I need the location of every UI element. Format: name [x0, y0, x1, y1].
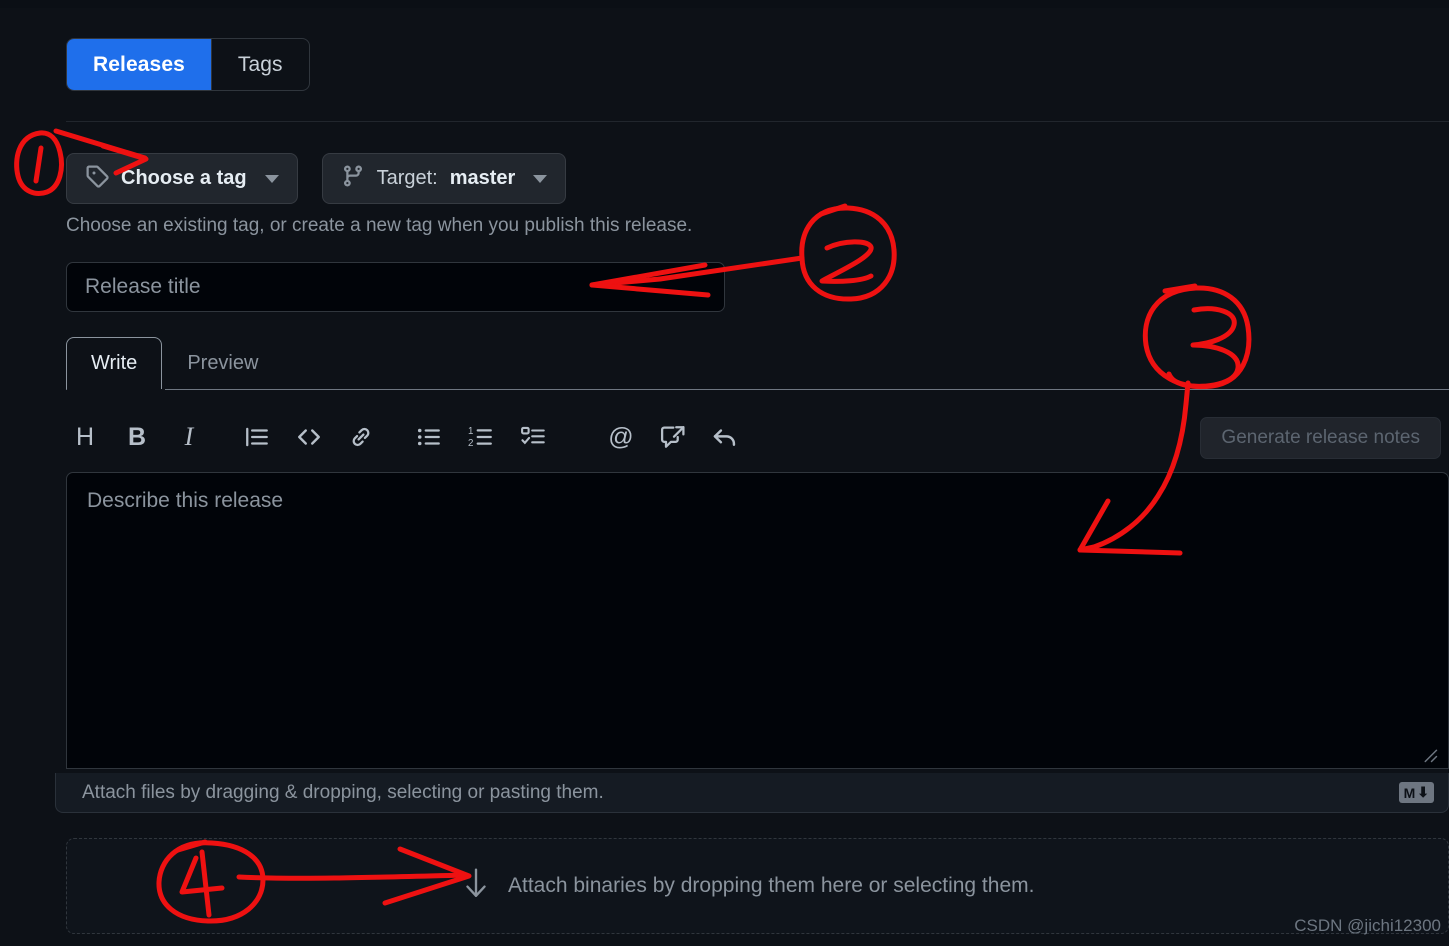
csdn-watermark: CSDN @jichi12300 — [1294, 916, 1441, 935]
describe-this-release-textarea[interactable] — [66, 472, 1449, 769]
svg-text:2: 2 — [468, 438, 473, 449]
italic-icon[interactable]: I — [170, 418, 208, 456]
heading-icon[interactable]: H — [66, 418, 104, 456]
mention-icon[interactable]: @ — [602, 418, 640, 456]
target-branch-button[interactable]: Target: master — [321, 153, 567, 204]
tab-preview[interactable]: Preview — [162, 337, 283, 389]
tab-write[interactable]: Write — [66, 337, 163, 389]
tag-icon — [85, 164, 109, 194]
task-list-icon[interactable] — [514, 418, 552, 456]
header-divider — [66, 121, 1449, 122]
editor-tabs-divider-mask — [67, 389, 165, 391]
link-icon[interactable] — [342, 418, 380, 456]
choose-a-tag-label: Choose a tag — [121, 167, 247, 189]
releases-tags-toggle[interactable]: Releases Tags — [66, 38, 310, 91]
target-prefix-label: Target: — [376, 167, 438, 189]
cross-reference-icon[interactable] — [654, 418, 692, 456]
quote-icon[interactable] — [238, 418, 276, 456]
tag-helper-text: Choose an existing tag, or create a new … — [66, 215, 693, 236]
choose-a-tag-button[interactable]: Choose a tag — [66, 153, 298, 204]
git-branch-icon — [341, 164, 365, 194]
tab-releases[interactable]: Releases — [67, 39, 211, 90]
bold-icon[interactable]: B — [118, 418, 156, 456]
attach-binaries-label: Attach binaries by dropping them here or… — [508, 874, 1035, 897]
ordered-list-icon[interactable]: 1 2 — [462, 418, 500, 456]
generate-release-notes-button[interactable]: Generate release notes — [1200, 417, 1441, 459]
code-icon[interactable] — [290, 418, 328, 456]
editor-tabs-divider — [66, 389, 1449, 390]
attach-files-hint: Attach files by dragging & dropping, sel… — [82, 781, 604, 803]
release-title-input[interactable] — [66, 262, 725, 312]
top-edge-strip — [0, 0, 1449, 8]
unordered-list-icon[interactable] — [410, 418, 448, 456]
attach-binaries-dropzone[interactable]: Attach binaries by dropping them here or… — [66, 838, 1449, 934]
editor-tabs: Write Preview — [66, 336, 283, 389]
reply-icon[interactable] — [706, 418, 744, 456]
chevron-down-icon — [533, 174, 548, 183]
markdown-icon[interactable]: M ⬇ — [1398, 782, 1434, 803]
attach-files-footer: Attach files by dragging & dropping, sel… — [55, 773, 1449, 813]
download-arrow-icon — [462, 867, 490, 906]
tag-target-row: Choose a tag Target: master — [66, 153, 567, 204]
target-value-label: master — [449, 167, 516, 189]
chevron-down-icon — [264, 174, 279, 183]
release-form-page: Releases Tags Choose a tag Target: maste… — [0, 8, 1449, 946]
svg-text:1: 1 — [468, 426, 473, 437]
tab-tags[interactable]: Tags — [210, 39, 309, 90]
